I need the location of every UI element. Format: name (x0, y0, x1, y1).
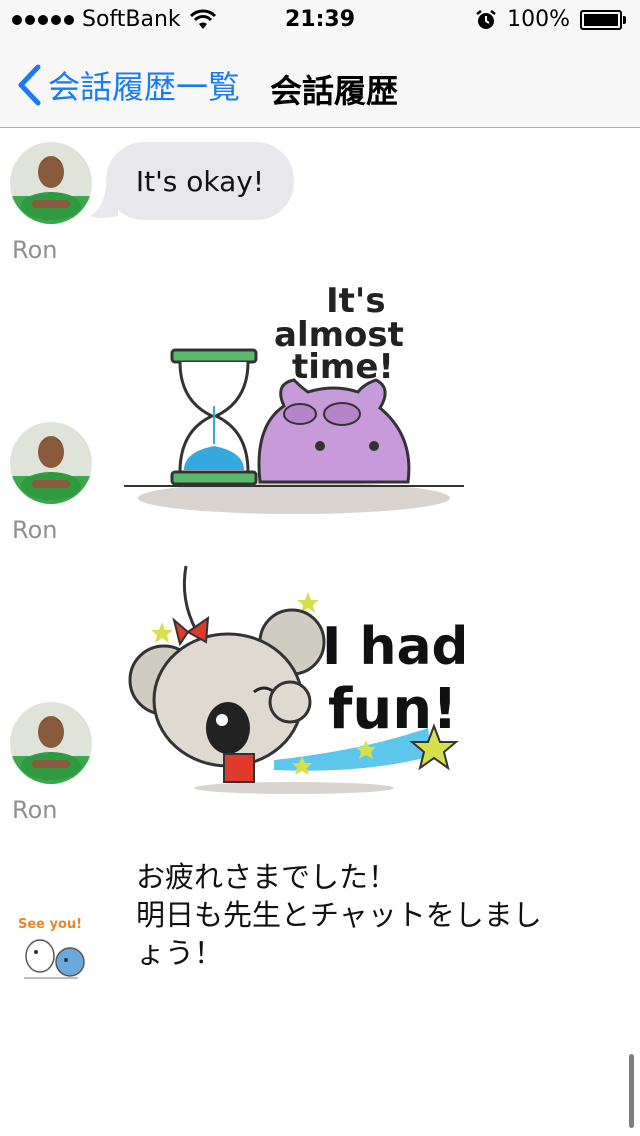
message-text[interactable]: お疲れさまでした！ 明日も先生とチャットをしまし ょう！ (136, 858, 606, 972)
status-bar: SoftBank 21:39 100% (0, 0, 640, 40)
sender-name: Ron (12, 516, 58, 544)
status-right: 100% (475, 7, 628, 32)
avatar-photo (10, 422, 92, 504)
alarm-clock-icon (476, 9, 496, 29)
scroll-indicator[interactable] (629, 1054, 634, 1128)
avatar-photo (10, 142, 92, 224)
sender-name: Ron (12, 236, 58, 264)
see-you-sticker[interactable]: See you! (14, 912, 92, 984)
avatar[interactable] (10, 142, 92, 224)
message-bubble[interactable]: It's okay! (106, 142, 294, 220)
back-button[interactable]: 会話履歴一覧 (16, 62, 240, 108)
message-text: It's okay! (135, 164, 265, 198)
message-text-line: 明日も先生とチャットをしまし (136, 898, 542, 932)
hourglass-hippo-sticker[interactable]: It's almost time! (124, 276, 464, 520)
message-text-line: お疲れさまでした！ (136, 860, 398, 894)
avatar[interactable] (10, 422, 92, 504)
sticker-caption-line: fun! (328, 677, 458, 742)
sticker-caption-line: time! (292, 347, 394, 387)
message-text-line: ょう！ (136, 936, 224, 970)
back-button-label: 会話履歴一覧 (48, 68, 241, 106)
sticker-caption-line: I had (322, 617, 464, 677)
koala-fun-sticker[interactable]: I had fun! (124, 560, 464, 804)
chevron-left-icon (18, 64, 41, 106)
navigation-bar: 会話履歴一覧 会話履歴 (0, 40, 640, 128)
page-title: 会話履歴 (270, 72, 399, 110)
battery-icon (580, 9, 628, 31)
battery-percent: 100% (507, 7, 570, 32)
sticker-caption: See you! (18, 917, 82, 932)
avatar[interactable] (10, 702, 92, 784)
chat-history-screen: SoftBank 21:39 100% 会話履歴一覧 会話履歴 Ron It's… (0, 0, 640, 1136)
sender-name: Ron (12, 796, 58, 824)
avatar-photo (10, 702, 92, 784)
